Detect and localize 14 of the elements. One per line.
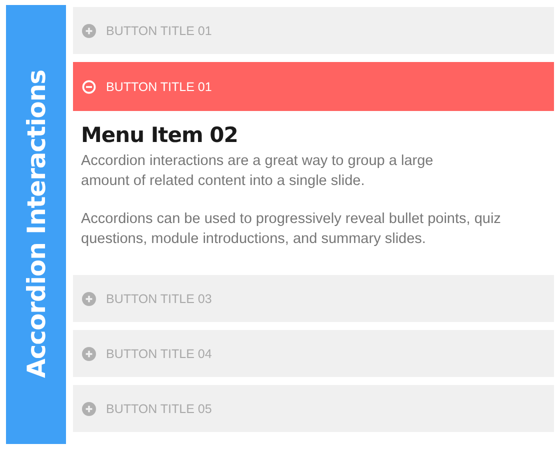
body-text: Accordion interactions are a great way to group a large amount of related content into a single slide. (81, 152, 434, 191)
accordion-header[interactable]: BUTTON TITLE 04 (73, 330, 554, 377)
expand-icon (82, 292, 96, 306)
section-heading: Menu Item 02 (81, 123, 239, 147)
body-text: Accordions can be used to progressively reveal bullet points, quiz questions, module introductions, and summary slides. (81, 210, 502, 249)
accordion-header[interactable]: BUTTON TITLE 05 (73, 385, 554, 432)
expand-icon (82, 346, 96, 360)
collapse-icon (82, 80, 96, 94)
expand-icon (82, 24, 96, 38)
accordion-header[interactable]: BUTTON TITLE 01 (73, 7, 554, 54)
accordion-header[interactable]: BUTTON TITLE 03 (73, 275, 554, 322)
expand-icon (82, 402, 96, 416)
accordion-header[interactable]: BUTTON TITLE 01 (73, 62, 554, 111)
sidebar-title: Accordion Interactions (22, 70, 50, 379)
